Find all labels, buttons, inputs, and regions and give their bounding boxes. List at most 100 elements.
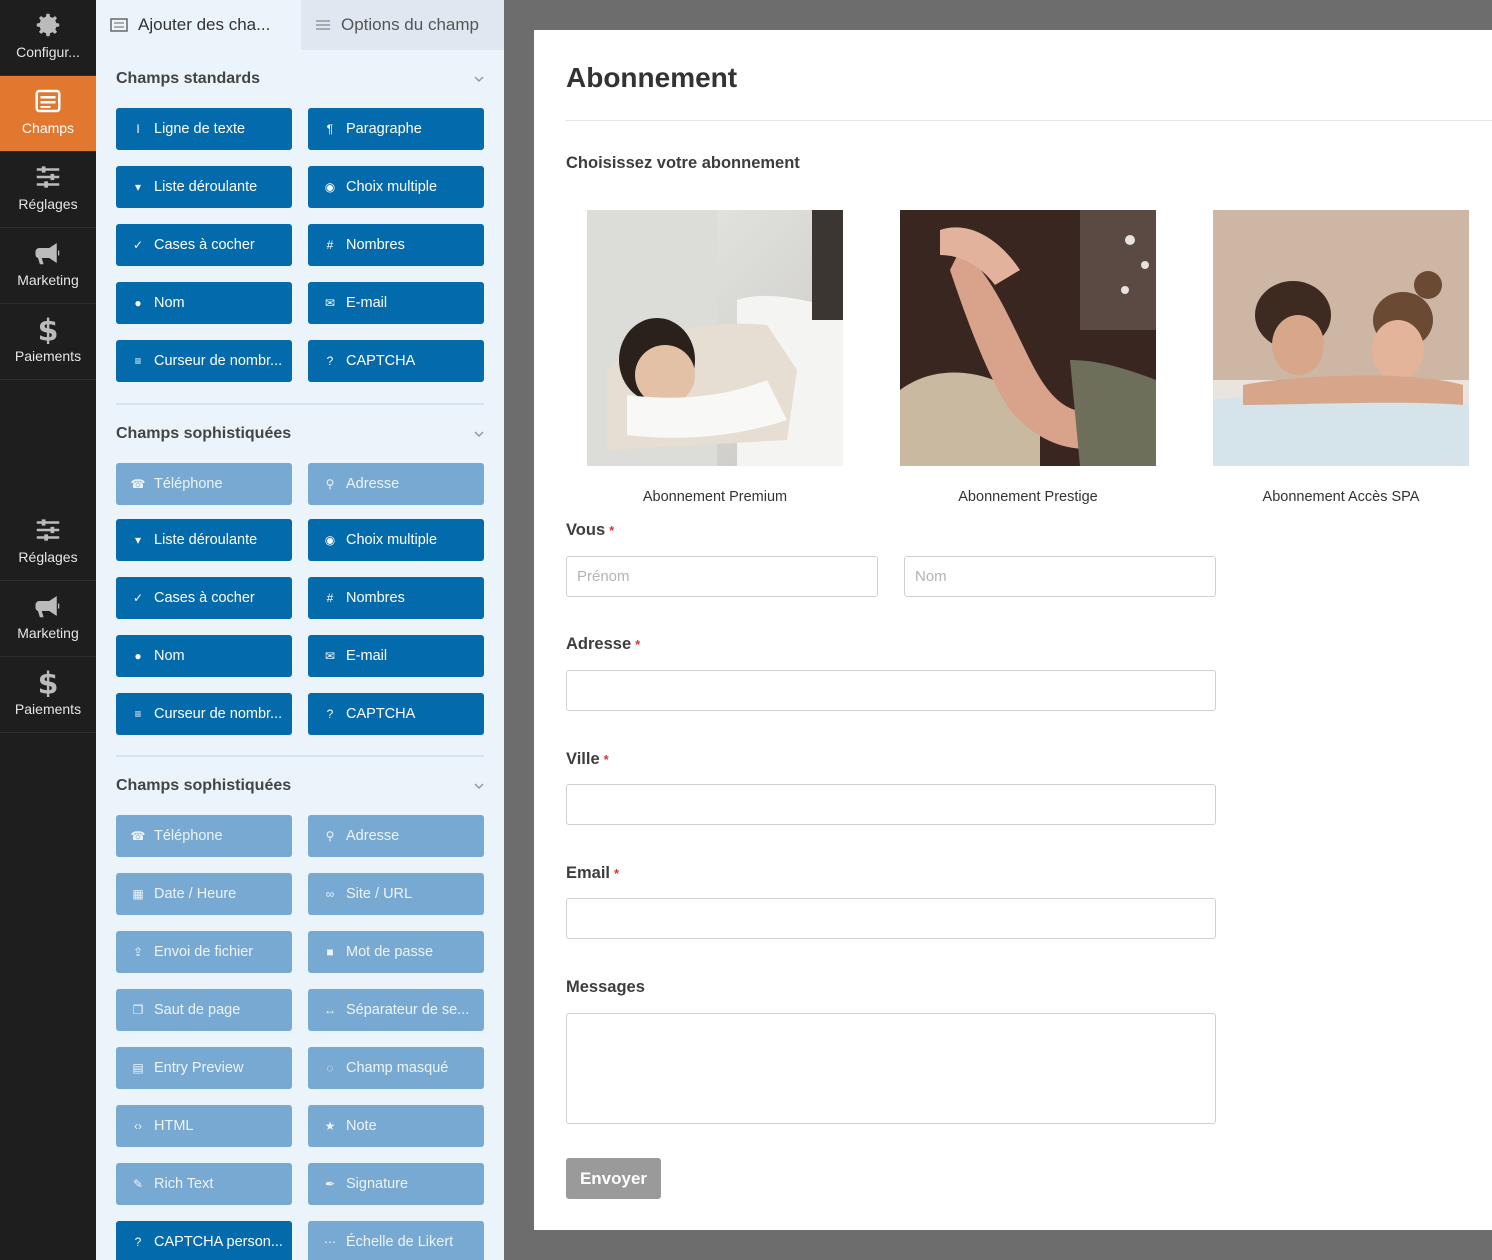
field-button[interactable]: ⇪ Envoi de fichier xyxy=(116,931,292,973)
question-circle-icon: ? xyxy=(326,354,334,368)
field-button[interactable]: ↔ Séparateur de se... xyxy=(308,989,484,1031)
dots-icon: ⋯ xyxy=(324,1235,336,1249)
field-button-label: Rich Text xyxy=(154,1176,214,1192)
field-button[interactable]: ≡ Curseur de nombr... xyxy=(116,340,292,382)
field-button[interactable]: ✓ Cases à cocher xyxy=(116,577,292,619)
section-title-standard[interactable]: Champs standards xyxy=(116,70,260,88)
field-label-vous: Vous * xyxy=(566,521,614,540)
field-button-label: Date / Heure xyxy=(154,886,237,902)
field-button-label: Échelle de Likert xyxy=(346,1234,454,1250)
question-circle-icon: ? xyxy=(134,1235,142,1249)
field-button[interactable]: ❐ Saut de page xyxy=(116,989,292,1031)
field-button[interactable]: # Nombres xyxy=(308,577,484,619)
nav-item-settings[interactable]: Réglages xyxy=(0,505,96,581)
field-button-label: Signature xyxy=(346,1176,409,1192)
link-icon: ∞ xyxy=(325,887,335,901)
field-button-label: Curseur de nombr... xyxy=(154,353,283,369)
address-input[interactable] xyxy=(566,670,1216,711)
nav-item-setup[interactable]: Configur... xyxy=(0,0,96,76)
field-button[interactable]: ✉ E-mail xyxy=(308,635,484,677)
email-input[interactable] xyxy=(566,898,1216,939)
field-button-label: Note xyxy=(346,1118,377,1134)
nav-item-marketing[interactable]: Marketing xyxy=(0,581,96,657)
field-button[interactable]: ▦ Date / Heure xyxy=(116,873,292,915)
nav-item-fields[interactable]: Champs xyxy=(0,76,96,152)
pen-icon: ✒ xyxy=(324,1177,336,1191)
field-button[interactable]: # Nombres xyxy=(308,224,484,266)
nav-label: Réglages xyxy=(18,549,78,565)
field-button[interactable]: ▾ Liste déroulante xyxy=(116,166,292,208)
nav-item-payments[interactable]: $ Paiements xyxy=(0,657,96,733)
field-button[interactable]: ✉ E-mail xyxy=(308,282,484,324)
field-button-label: Saut de page xyxy=(154,1002,241,1018)
upload-icon: ⇪ xyxy=(132,945,144,959)
fields-list-icon xyxy=(35,89,61,113)
map-pin-icon: ⚲ xyxy=(325,829,335,843)
section-title-advanced-2[interactable]: Champs sophistiquées xyxy=(116,777,291,795)
title-divider xyxy=(566,120,1492,121)
firstname-input[interactable]: Prénom xyxy=(566,556,878,597)
field-label-city: Ville * xyxy=(566,750,609,769)
submit-button[interactable]: Envoyer xyxy=(566,1158,661,1199)
field-button[interactable]: ▾ Liste déroulante xyxy=(116,519,292,561)
choice-prestige[interactable]: Abonnement Prestige xyxy=(900,210,1156,505)
section-title-advanced[interactable]: Champs sophistiquées xyxy=(116,425,291,443)
field-button[interactable]: ‹› HTML xyxy=(116,1105,292,1147)
label-text: Vous xyxy=(566,521,606,539)
field-button[interactable]: ? CAPTCHA xyxy=(308,340,484,382)
nav-item-settings[interactable]: Réglages xyxy=(0,152,96,228)
choice-spa[interactable]: Abonnement Accès SPA xyxy=(1213,210,1469,505)
form-title: Abonnement xyxy=(566,62,738,93)
field-button[interactable]: ■ Mot de passe xyxy=(308,931,484,973)
field-button[interactable]: I Ligne de texte xyxy=(116,108,292,150)
star-icon: ★ xyxy=(324,1119,336,1133)
field-button[interactable]: ✓ Cases à cocher xyxy=(116,224,292,266)
field-button[interactable]: ✒ Signature xyxy=(308,1163,484,1205)
field-button[interactable]: ? CAPTCHA person... xyxy=(116,1221,292,1260)
field-button[interactable]: ● Nom xyxy=(116,282,292,324)
chevron-down-icon[interactable] xyxy=(474,781,484,791)
choice-premium[interactable]: Abonnement Premium xyxy=(587,210,843,505)
massage-back-image xyxy=(587,210,843,466)
nav-label: Marketing xyxy=(17,272,79,288)
edit-icon: ✎ xyxy=(132,1177,144,1191)
field-button[interactable]: ▤ Entry Preview xyxy=(116,1047,292,1089)
field-button[interactable]: ⚲ Adresse xyxy=(308,463,484,505)
user-icon: ● xyxy=(134,649,142,663)
tab-label: Ajouter des cha... xyxy=(138,15,271,34)
field-button-label: CAPTCHA xyxy=(346,353,416,369)
field-button[interactable]: ≡ Curseur de nombr... xyxy=(116,693,292,735)
sliders-icon xyxy=(36,519,60,541)
field-button[interactable]: ? CAPTCHA xyxy=(308,693,484,735)
city-input[interactable] xyxy=(566,784,1216,825)
nav-item-marketing[interactable]: Marketing xyxy=(0,228,96,304)
field-button[interactable]: ⋯ Échelle de Likert xyxy=(308,1221,484,1260)
field-button[interactable]: ☎ Téléphone xyxy=(116,463,292,505)
field-button[interactable]: ◉ Choix multiple xyxy=(308,519,484,561)
field-button[interactable]: ★ Note xyxy=(308,1105,484,1147)
nav-item-payments[interactable]: $ Paiements xyxy=(0,304,96,380)
field-button-label: Nom xyxy=(154,648,185,664)
field-button[interactable]: ☎ Téléphone xyxy=(116,815,292,857)
tab-field-options[interactable]: Options du champ xyxy=(301,0,504,50)
field-button-label: CAPTCHA person... xyxy=(154,1234,283,1250)
chevron-down-icon[interactable] xyxy=(474,74,484,84)
label-text: Adresse xyxy=(566,635,632,653)
chevron-down-icon[interactable] xyxy=(474,429,484,439)
label-text: Email xyxy=(566,864,611,882)
lastname-input[interactable]: Nom xyxy=(904,556,1216,597)
field-button[interactable]: ⚲ Adresse xyxy=(308,815,484,857)
field-button-label: Liste déroulante xyxy=(154,179,258,195)
field-button[interactable]: ● Nom xyxy=(116,635,292,677)
field-button[interactable]: ◉ Choix multiple xyxy=(308,166,484,208)
field-button[interactable]: ✎ Rich Text xyxy=(116,1163,292,1205)
nav-label: Paiements xyxy=(14,348,82,364)
megaphone-icon xyxy=(35,243,60,265)
field-label-address: Adresse * xyxy=(566,635,640,654)
field-button[interactable]: ◌ Champ masqué xyxy=(308,1047,484,1089)
field-button[interactable]: ∞ Site / URL xyxy=(308,873,484,915)
field-button[interactable]: ¶ Paragraphe xyxy=(308,108,484,150)
tab-add-fields[interactable]: Ajouter des cha... xyxy=(96,0,301,50)
messages-textarea[interactable] xyxy=(566,1013,1216,1124)
choose-label: Choisissez votre abonnement xyxy=(566,154,800,172)
